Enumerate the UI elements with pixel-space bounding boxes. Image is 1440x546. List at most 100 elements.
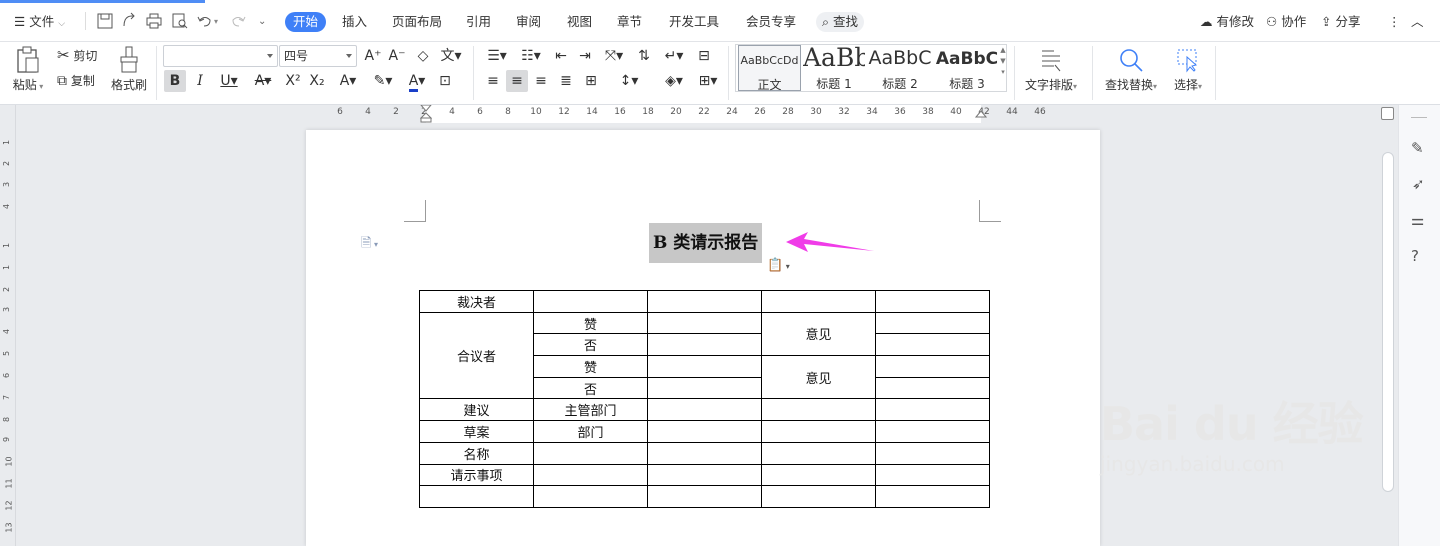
table-cell[interactable]: [875, 485, 990, 508]
superscript-icon[interactable]: X²: [282, 70, 304, 92]
print-preview-icon[interactable]: [171, 12, 189, 30]
document-title[interactable]: B 类请示报告: [649, 223, 763, 263]
increase-indent-icon[interactable]: ⇥: [574, 45, 596, 67]
table-cell[interactable]: 赞: [533, 355, 648, 378]
tab-member[interactable]: 会员专享: [746, 12, 796, 32]
settings-sliders-icon[interactable]: ⚌: [1411, 211, 1424, 229]
customize-toolbar-icon[interactable]: ⌄: [258, 12, 266, 32]
highlight-icon[interactable]: ✎▾: [368, 70, 398, 92]
table-cell[interactable]: [875, 398, 990, 422]
table-cell[interactable]: [647, 420, 762, 443]
clear-format-icon[interactable]: ◇: [412, 45, 434, 67]
table-cell[interactable]: [533, 485, 648, 508]
table-cell[interactable]: [647, 398, 762, 422]
style-gallery-scroll-icon[interactable]: ▲ ▼ ▾: [999, 45, 1007, 91]
tab-review[interactable]: 审阅: [516, 12, 541, 32]
table-cell[interactable]: [647, 290, 762, 313]
style-heading-2[interactable]: AaBbC 标题 2: [867, 45, 933, 91]
decrease-indent-icon[interactable]: ⇤: [550, 45, 572, 67]
bold-icon[interactable]: B: [164, 70, 186, 92]
document-page[interactable]: 🗎 ▾ B 类请示报告 📋 ▾ 裁决者 合议者 赞 意见 否 赞 意见 否 建议…: [306, 130, 1100, 546]
style-heading-1[interactable]: AaBb 标题 1: [803, 43, 865, 91]
align-left-icon[interactable]: ≡: [482, 70, 504, 92]
table-cell[interactable]: [875, 333, 990, 357]
style-heading-3[interactable]: AaBbC 标题 3: [935, 45, 999, 91]
cut-button[interactable]: ✂ 剪切: [57, 46, 97, 64]
help-icon[interactable]: ?: [1411, 247, 1419, 265]
undo-dropdown-icon[interactable]: ▾: [214, 12, 218, 32]
shading-icon[interactable]: ◈▾: [659, 70, 689, 92]
italic-icon[interactable]: I: [189, 70, 211, 92]
font-color-icon[interactable]: A▾: [402, 70, 432, 92]
table-cell[interactable]: 意见: [761, 355, 876, 400]
table-cell[interactable]: 名称: [419, 441, 534, 465]
table-cell[interactable]: [761, 398, 876, 422]
table-cell[interactable]: [875, 463, 990, 487]
table-cell[interactable]: [875, 290, 990, 313]
underline-icon[interactable]: U▾: [214, 70, 244, 92]
table-cell[interactable]: 草案: [419, 420, 534, 443]
print-icon[interactable]: [145, 12, 163, 30]
table-cell[interactable]: [647, 355, 762, 378]
vertical-ruler[interactable]: 1 2 3 4 1 1 2 3 4 5 6 7 8 9 10 11 12 13: [0, 105, 16, 546]
font-name-select[interactable]: [163, 45, 278, 67]
table-cell[interactable]: 建议: [419, 398, 534, 422]
right-indent-marker-icon[interactable]: [975, 110, 987, 122]
table-cell[interactable]: [533, 463, 648, 487]
numbered-list-icon[interactable]: ☷▾: [516, 45, 546, 67]
bullet-list-icon[interactable]: ☰▾: [482, 45, 512, 67]
table-cell[interactable]: 赞: [533, 311, 648, 335]
ruler-toggle-icon[interactable]: [1381, 107, 1394, 120]
tab-chapter[interactable]: 章节: [617, 12, 642, 32]
sort-icon[interactable]: ⇅: [633, 45, 655, 67]
collab-button[interactable]: ⚇ 协作: [1266, 12, 1306, 32]
output-pdf-icon[interactable]: [120, 12, 138, 30]
table-cell[interactable]: [647, 376, 762, 400]
table-cell[interactable]: 合议者: [419, 311, 534, 400]
chinese-layout-icon[interactable]: ⤧▾: [599, 45, 629, 67]
increase-font-icon[interactable]: A⁺: [362, 45, 384, 67]
redo-icon[interactable]: [229, 12, 247, 30]
table-cell[interactable]: 意见: [761, 311, 876, 357]
line-spacing-icon[interactable]: ↕▾: [614, 70, 644, 92]
table-cell[interactable]: 请示事项: [419, 463, 534, 487]
table-tools-icon[interactable]: ⊟: [693, 45, 715, 67]
table-cell[interactable]: [647, 311, 762, 335]
paste-options-icon[interactable]: 📋 ▾: [767, 258, 790, 273]
borders-icon[interactable]: ⊞▾: [693, 70, 723, 92]
show-hide-marks-icon[interactable]: ↵▾: [659, 45, 689, 67]
align-center-icon[interactable]: ≡: [506, 70, 528, 92]
horizontal-ruler[interactable]: 6 4 2 2 4 6 8 10 12 14 16 18 20 22 24 26 28 30 32 34 36 38 40 4…: [306, 105, 1100, 123]
text-layout-button[interactable]: 文字排版▾: [1022, 44, 1080, 94]
table-cell[interactable]: 部门: [533, 420, 648, 443]
table-cell[interactable]: 否: [533, 333, 648, 357]
strikethrough-icon[interactable]: A▾: [248, 70, 278, 92]
phonetic-guide-icon[interactable]: 文▾: [436, 45, 466, 67]
cursor-select-icon[interactable]: ➶: [1412, 175, 1425, 193]
table-cell[interactable]: [533, 441, 648, 465]
pen-edit-icon[interactable]: ✎: [1411, 139, 1424, 157]
find-replace-button[interactable]: 查找替换▾: [1101, 44, 1161, 94]
select-button[interactable]: 选择▾: [1169, 44, 1207, 94]
table-cell[interactable]: [647, 441, 762, 465]
format-painter-button[interactable]: 格式刷: [108, 44, 150, 94]
font-size-select[interactable]: 四号: [279, 45, 357, 67]
paragraph-options-icon[interactable]: 🗎 ▾: [361, 234, 378, 256]
table-cell[interactable]: 否: [533, 376, 648, 400]
tab-page-layout[interactable]: 页面布局: [392, 12, 442, 32]
paste-button[interactable]: 粘贴 ▾: [8, 44, 48, 94]
indent-marker-icon[interactable]: [420, 105, 432, 123]
table-cell[interactable]: [761, 290, 876, 313]
copy-button[interactable]: ⧉ 复制: [57, 72, 95, 89]
table-cell[interactable]: [875, 420, 990, 443]
table-cell[interactable]: [761, 463, 876, 487]
table-cell[interactable]: [761, 485, 876, 508]
tab-developer[interactable]: 开发工具: [669, 12, 719, 32]
report-table[interactable]: 裁决者 合议者 赞 意见 否 赞 意见 否 建议 主管部门 草案 部门 名称 请…: [419, 290, 990, 508]
table-cell[interactable]: 裁决者: [419, 290, 534, 313]
more-icon[interactable]: ⋮: [1388, 12, 1401, 32]
distribute-icon[interactable]: ⊞: [580, 70, 602, 92]
table-cell[interactable]: [875, 311, 990, 335]
changes-button[interactable]: ☁ 有修改: [1200, 12, 1254, 32]
text-effect-icon[interactable]: A▾: [334, 70, 362, 92]
